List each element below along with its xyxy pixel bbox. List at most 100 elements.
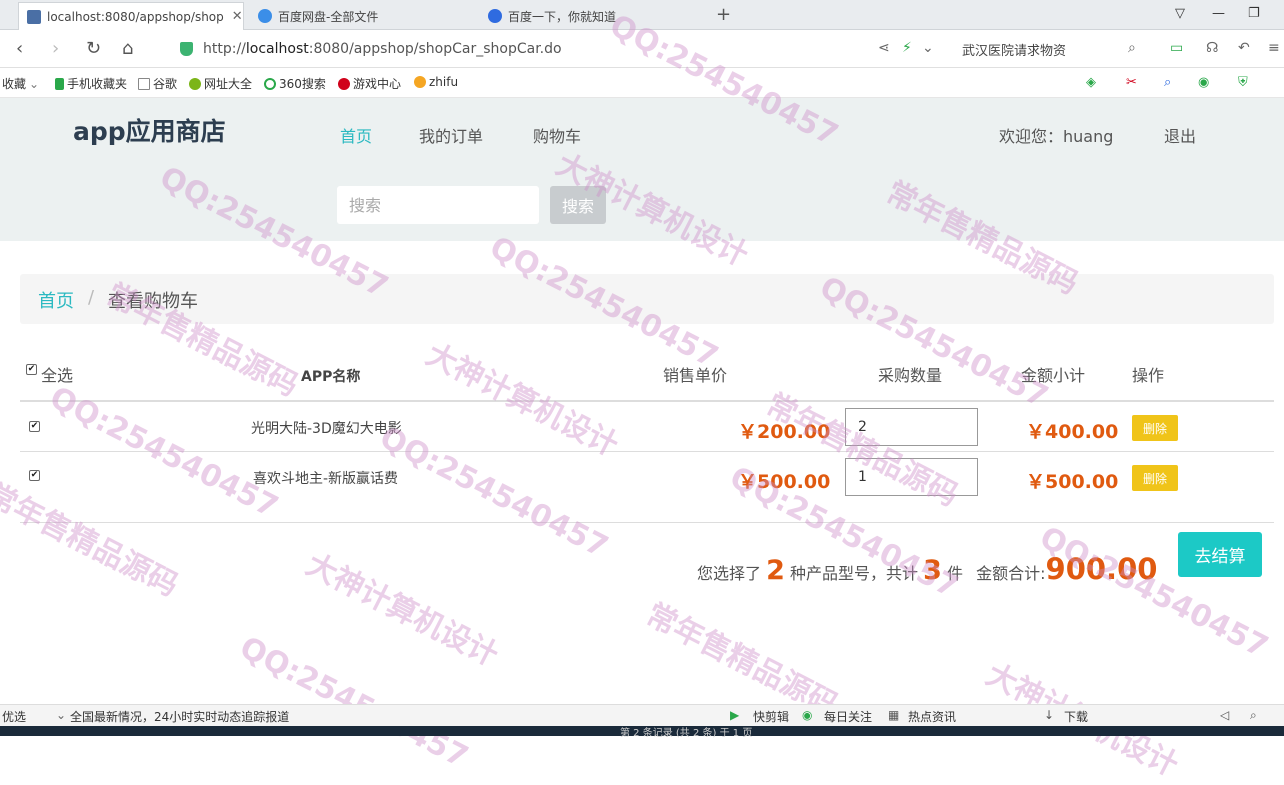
game-icon [338,77,350,90]
page-favicon-icon [27,9,41,24]
status-download[interactable]: 下载 [1064,708,1088,725]
os-taskbar: 第 2 条记录 (共 2 条) 于 1 页 [0,726,1284,739]
headphones-icon[interactable]: ☊ [1206,40,1218,56]
row-divider [20,451,1274,452]
nav-my-orders[interactable]: 我的订单 [419,123,483,147]
logout-link[interactable]: 退出 [1164,123,1196,147]
skin-icon[interactable]: ▽ [1175,6,1185,21]
browser-tab-active[interactable]: localhost:8080/appshop/shop ✕ [18,2,244,30]
site-header: app应用商店 首页 我的订单 购物车 欢迎您：huang 退出 搜索 [0,98,1284,241]
zoom-icon[interactable]: ⌕ [1250,708,1257,723]
browser-status-bar: 优选 ⌄ 全国最新情况，24小时实时动态追踪报道 ▶ 快剪辑 ◉ 每日关注 ▦ … [0,704,1284,726]
column-header-name: APP名称 [301,369,361,385]
breadcrumb-separator: / [88,287,95,308]
nav-cart[interactable]: 购物车 [533,123,581,147]
url-prefix: http:// [203,41,246,57]
unit-price: ￥200.00 [738,421,831,443]
url-host: localhost [245,41,309,57]
bookmark-games[interactable]: 游戏中心 [338,75,401,92]
bookmark-nav[interactable]: 网址大全 [189,75,252,92]
search-icon[interactable]: ⌕ [1164,75,1171,90]
gamepad-icon[interactable]: ◉ [1198,75,1209,90]
bookmark-360[interactable]: 360搜索 [264,75,326,92]
app-name[interactable]: 光明大陆-3D魔幻大电影 [251,418,402,438]
row-subtotal: ￥500.00 [1026,471,1119,493]
chevron-down-icon[interactable]: ⌄ [56,708,66,722]
status-news[interactable]: 全国最新情况，24小时实时动态追踪报道 [70,708,289,725]
page-icon [138,77,150,90]
minimize-icon[interactable]: — [1212,6,1225,21]
search-icon[interactable]: ⌕ [1128,40,1136,56]
360-icon [264,77,276,90]
undo-icon[interactable]: ↶ [1238,40,1250,56]
row-checkbox[interactable]: ✔ [29,421,40,432]
watermark-text: 大神计算机设计 [420,337,624,464]
cart-summary: 您选择了 2 种产品型号，共计 3 件 金额合计:900.00 [697,552,1157,586]
delete-button[interactable]: 删除 [1132,415,1178,441]
tab-title: 百度一下，你就知道 [508,9,617,24]
volume-icon[interactable]: ◁ [1220,708,1229,722]
download-icon: ↓ [1044,708,1055,722]
lightning-icon[interactable]: ⚡ [902,40,912,56]
new-tab-icon[interactable]: + [716,4,731,25]
chevron-down-icon[interactable]: ⌄ [922,40,934,56]
status-hot-news[interactable]: 热点资讯 [908,708,956,725]
menu-icon[interactable]: ≡ [1268,40,1280,56]
bookmark-zhifu[interactable]: zhifu [414,75,458,89]
total-label: 金额合计: [976,564,1046,583]
selected-types-count: 2 [766,555,785,586]
scissors-icon[interactable]: ✂ [1126,75,1137,90]
watermark-text: QQ:254540457 [234,630,474,776]
unit-price: ￥500.00 [738,471,831,493]
forward-icon[interactable]: › [52,38,59,59]
search-input[interactable] [337,186,539,224]
column-header-action: 操作 [1132,366,1165,385]
watermark-text: 常年售精品源码 [0,477,184,604]
breadcrumb-home[interactable]: 首页 [38,287,74,313]
bookmark-favorites[interactable]: 收藏 ⌄ [2,75,39,92]
status-preferred[interactable]: 优选 [2,708,26,725]
quantity-input[interactable] [845,408,978,446]
chevron-down-icon: ⌄ [29,76,40,91]
extension-icon[interactable]: ◈ [1086,75,1096,90]
baidu-pan-icon [258,9,272,23]
status-daily[interactable]: 每日关注 [824,708,872,725]
checkout-button[interactable]: 去结算 [1178,532,1262,577]
url-field[interactable]: http://localhost:8080/appshop/shopCar_sh… [180,36,860,62]
hot-search-text[interactable]: 武汉医院请求物资 [962,40,1066,59]
back-icon[interactable]: ‹ [16,38,23,59]
bookmark-mobile[interactable]: 手机收藏夹 [55,75,127,92]
status-quick-edit[interactable]: 快剪辑 [753,708,789,725]
taskbar-text: 第 2 条记录 (共 2 条) 于 1 页 [620,728,753,739]
reload-icon[interactable]: ↻ [86,38,101,59]
nav-home[interactable]: 首页 [340,123,372,147]
tab-close-icon[interactable]: ✕ [232,9,243,24]
bookmark-label: 360搜索 [279,77,326,91]
share-icon[interactable]: ⋖ [878,40,890,56]
site-logo[interactable]: app应用商店 [73,112,226,148]
row-checkbox[interactable]: ✔ [29,470,40,481]
tab-title: localhost:8080/appshop/shop [47,9,224,24]
select-all-checkbox[interactable]: ✔ [26,364,37,375]
browser-tab-baidu[interactable]: 百度一下，你就知道 [480,2,706,30]
battery-icon[interactable]: ▭ [1170,40,1183,56]
shield-icon[interactable]: ⛨ [1238,75,1248,90]
play-icon: ▶ [730,708,740,722]
summary-text: 您选择了 [697,564,762,583]
bookmark-google[interactable]: 谷歌 [138,75,177,92]
watermark-text: QQ:254540457 [374,420,614,566]
welcome-text: 欢迎您：huang [999,127,1114,146]
home-icon[interactable]: ⌂ [122,38,133,59]
maximize-icon[interactable]: ❐ [1248,6,1260,21]
bookmark-label: 手机收藏夹 [67,77,128,91]
breadcrumb-current: 查看购物车 [108,291,198,312]
phone-icon [55,77,64,90]
search-button[interactable]: 搜索 [550,186,606,224]
bookmark-label: 网址大全 [204,77,253,91]
app-name[interactable]: 喜欢斗地主-新版赢话费 [253,468,398,488]
delete-button[interactable]: 删除 [1132,465,1178,491]
bookmark-label: 收藏 [2,77,27,91]
browser-tab-baidu-pan[interactable]: 百度网盘-全部文件 [250,2,472,30]
total-amount: 900.00 [1045,552,1158,586]
quantity-input[interactable] [845,458,978,496]
